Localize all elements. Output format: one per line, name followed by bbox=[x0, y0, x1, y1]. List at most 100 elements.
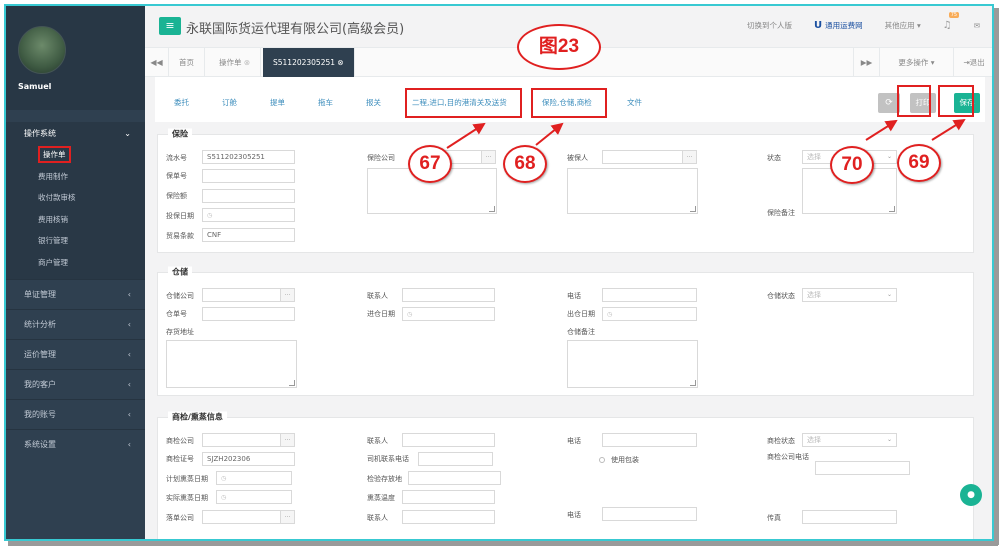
warehouse-order-input[interactable] bbox=[202, 307, 295, 321]
subtab-customs[interactable]: 报关 bbox=[366, 97, 381, 108]
storage-place-input[interactable] bbox=[408, 471, 501, 485]
fumigation-temp-input[interactable] bbox=[402, 490, 495, 504]
callout-67: 67 bbox=[408, 145, 452, 183]
contact2-input[interactable] bbox=[402, 510, 495, 524]
actual-fumigation-date-input[interactable]: ◷ bbox=[216, 490, 292, 504]
clock-icon: ◷ bbox=[221, 475, 227, 482]
username[interactable]: Samuel bbox=[18, 82, 51, 91]
warehouse-contact-input[interactable] bbox=[402, 288, 495, 302]
mail-icon[interactable]: ✉ bbox=[974, 21, 980, 30]
use-package-checkbox[interactable]: 使用包装 bbox=[599, 455, 639, 465]
insure-date-label: 投保日期 bbox=[166, 212, 194, 220]
sidebar-item-documents[interactable]: 单证管理 ‹ bbox=[6, 279, 145, 309]
other-apps-dropdown[interactable]: 其他应用 ▾ bbox=[885, 20, 921, 31]
drop-company-input[interactable]: … bbox=[202, 510, 295, 524]
sidebar-item-settings[interactable]: 系统设置 ‹ bbox=[6, 429, 145, 459]
sidebar-item-account[interactable]: 我的账号 ‹ bbox=[6, 399, 145, 429]
warehouse-phone-input[interactable] bbox=[602, 288, 697, 302]
clock-icon: ◷ bbox=[407, 311, 413, 318]
phone2-input[interactable] bbox=[602, 507, 697, 521]
warehouse-status-select[interactable]: 选择 ⌄ bbox=[802, 288, 897, 302]
tab-order[interactable]: 操作单 ⊗ bbox=[209, 48, 262, 77]
sidebar-item-operations[interactable]: 操作系统 ⌄ bbox=[6, 122, 145, 144]
sidebar-subitem-merchant[interactable]: 商户管理 bbox=[6, 252, 145, 274]
warehouse-remark-label: 仓储备注 bbox=[567, 328, 595, 336]
tabs-scroll-left-button[interactable]: ◀◀ bbox=[145, 48, 169, 77]
switch-personal-link[interactable]: 切换到个人版 bbox=[747, 20, 792, 31]
chevron-left-icon: ‹ bbox=[127, 380, 131, 389]
tab-home[interactable]: 首页 bbox=[169, 48, 205, 77]
amount-input[interactable] bbox=[202, 189, 295, 203]
checkbox-icon bbox=[599, 457, 605, 463]
sidebar-item-customers[interactable]: 我的客户 ‹ bbox=[6, 369, 145, 399]
sidebar: Samuel 操作系统 ⌄ 操作单 费用制作 收付款审核 费用核销 银行管理 商… bbox=[6, 6, 145, 539]
sidebar-subitem-fee-making[interactable]: 费用制作 bbox=[6, 166, 145, 188]
inspection-phone-input[interactable] bbox=[602, 433, 697, 447]
storage-place-label: 检验存放地 bbox=[367, 475, 402, 483]
inspection-company-phone-input[interactable] bbox=[815, 461, 910, 475]
drop-company-label: 落单公司 bbox=[166, 514, 194, 522]
insure-date-input[interactable]: ◷ bbox=[202, 208, 295, 222]
chat-button[interactable]: ● bbox=[960, 484, 982, 506]
sidebar-item-freight-rates[interactable]: 运价管理 ‹ bbox=[6, 339, 145, 369]
warehouse-phone-label: 电话 bbox=[567, 292, 581, 300]
main-content: 委托 订舱 提单 拖车 报关 二程,进口,目的港清关及送货 保险,仓储,商检 文… bbox=[145, 77, 994, 539]
sidebar-item-label: 操作系统 bbox=[24, 128, 56, 138]
inspection-company-label: 商检公司 bbox=[166, 437, 194, 445]
warehouse-order-label: 仓单号 bbox=[166, 310, 187, 318]
subtab-bill-of-lading[interactable]: 提单 bbox=[270, 97, 285, 108]
inspection-contact-label: 联系人 bbox=[367, 437, 388, 445]
insured-input[interactable]: … bbox=[602, 150, 697, 164]
section-title: 仓储 bbox=[168, 266, 192, 278]
driver-phone-label: 司机联系电话 bbox=[367, 455, 409, 463]
warehouse-contact-label: 联系人 bbox=[367, 292, 388, 300]
fax-label: 传真 bbox=[767, 514, 781, 522]
warehouse-panel: 仓储 仓储公司 … 联系人 电话 仓储状态 选择 ⌄ 仓单号 进仓日期 ◷ 出仓日… bbox=[157, 266, 974, 396]
subtab-entrust[interactable]: 委托 bbox=[174, 97, 189, 108]
plan-fumigation-date-input[interactable]: ◷ bbox=[216, 471, 292, 485]
warehouse-remark-textarea[interactable] bbox=[567, 340, 698, 388]
section-title: 商检/熏蒸信息 bbox=[168, 411, 227, 423]
notification-bell[interactable]: ♫ 75 bbox=[942, 12, 960, 31]
in-date-input[interactable]: ◷ bbox=[402, 307, 495, 321]
fax-input[interactable] bbox=[802, 510, 897, 524]
policy-no-input[interactable] bbox=[202, 169, 295, 183]
refresh-icon: ⟳ bbox=[885, 98, 893, 108]
inspection-status-select[interactable]: 选择 ⌄ bbox=[802, 433, 897, 447]
sidebar-subitem-order[interactable]: 操作单 bbox=[6, 144, 145, 166]
ellipsis-icon: … bbox=[280, 511, 294, 523]
sidebar-subitem-bank[interactable]: 银行管理 bbox=[6, 230, 145, 252]
trade-terms-input[interactable]: CNF bbox=[202, 228, 295, 242]
warehouse-company-input[interactable]: … bbox=[202, 288, 295, 302]
figure-label: 图23 bbox=[517, 24, 601, 70]
sidebar-subitem-fee-writeoff[interactable]: 费用核销 bbox=[6, 209, 145, 231]
bell-icon: ♫ bbox=[942, 20, 952, 31]
driver-phone-input[interactable] bbox=[418, 452, 493, 466]
insured-textarea[interactable] bbox=[567, 168, 698, 214]
highlight-subtab-67 bbox=[405, 88, 522, 118]
policy-no-label: 保单号 bbox=[166, 172, 187, 180]
tab-current-order[interactable]: S511202305251 ⊗ bbox=[263, 48, 355, 77]
actual-fumigation-date-label: 实际熏蒸日期 bbox=[166, 494, 208, 502]
storage-address-textarea[interactable] bbox=[166, 340, 297, 388]
inspection-contact-input[interactable] bbox=[402, 433, 495, 447]
ellipsis-icon: … bbox=[682, 151, 696, 163]
more-operations-dropdown[interactable]: 更多操作 ▾ bbox=[879, 48, 953, 77]
menu-toggle-button[interactable]: ≡ bbox=[159, 17, 181, 35]
avatar[interactable] bbox=[18, 26, 66, 74]
serial-input[interactable]: S511202305251 bbox=[202, 150, 295, 164]
exit-button[interactable]: ⇥退出 bbox=[953, 48, 994, 77]
tabs-scroll-right-button[interactable]: ▶▶ bbox=[853, 48, 879, 77]
subtab-trucking[interactable]: 拖车 bbox=[318, 97, 333, 108]
subtab-booking[interactable]: 订舱 bbox=[222, 97, 237, 108]
inspection-company-input[interactable]: … bbox=[202, 433, 295, 447]
brand-link[interactable]: U 通用运费网 bbox=[814, 20, 863, 31]
sidebar-subitem-payment-review[interactable]: 收付款审核 bbox=[6, 187, 145, 209]
double-right-icon: ▶▶ bbox=[860, 58, 873, 67]
ellipsis-icon: … bbox=[280, 289, 294, 301]
out-date-input[interactable]: ◷ bbox=[602, 307, 697, 321]
cert-no-input[interactable]: SJZH202306 bbox=[202, 452, 295, 466]
subtab-files[interactable]: 文件 bbox=[627, 97, 642, 108]
insurance-remark-label: 保险备注 bbox=[767, 209, 795, 217]
sidebar-item-statistics[interactable]: 统计分析 ‹ bbox=[6, 309, 145, 339]
